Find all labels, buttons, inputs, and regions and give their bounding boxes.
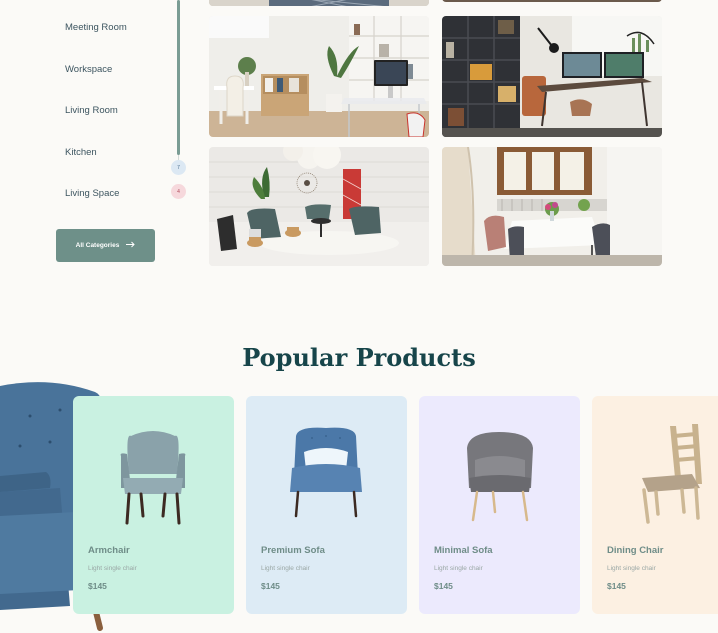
popular-products-title: Popular Products [242, 343, 476, 372]
product-description: Light single chair [434, 565, 483, 572]
all-categories-button[interactable]: All Categories [56, 229, 155, 262]
product-description: Light single chair [261, 565, 310, 572]
product-description: Light single chair [607, 565, 656, 572]
product-price: $145 [607, 581, 626, 591]
product-name: Dining Chair [607, 545, 664, 556]
category-scroll-track[interactable] [177, 0, 180, 168]
product-name: Minimal Sofa [434, 545, 493, 556]
product-price: $145 [88, 581, 107, 591]
room-photo-lounge[interactable] [209, 147, 429, 266]
category-living-space[interactable]: Living Space [65, 188, 119, 199]
room-photo-dark-office[interactable] [442, 16, 662, 137]
product-card-dining-chair[interactable]: Dining Chair Light single chair $145 [592, 396, 718, 614]
premium-sofa-image [290, 427, 362, 518]
minimal-sofa-image [467, 432, 533, 522]
room-photo-top-right[interactable] [442, 0, 662, 2]
product-description: Light single chair [88, 565, 137, 572]
product-name: Premium Sofa [261, 545, 325, 556]
product-card-armchair[interactable]: Armchair Light single chair $145 [73, 396, 234, 614]
product-card-minimal-sofa[interactable]: Minimal Sofa Light single chair $145 [419, 396, 580, 614]
product-price: $145 [434, 581, 453, 591]
room-photo-top-left[interactable] [209, 0, 429, 6]
armchair-image [120, 431, 186, 525]
dining-chair-image [642, 424, 702, 524]
all-categories-label: All Categories [75, 242, 120, 249]
room-photo-dining[interactable] [442, 147, 662, 266]
room-photo-white-office[interactable] [209, 16, 429, 137]
arrow-right-icon [126, 241, 136, 251]
product-name: Armchair [88, 545, 130, 556]
product-price: $145 [261, 581, 280, 591]
product-card-premium-sofa[interactable]: Premium Sofa Light single chair $145 [246, 396, 407, 614]
kitchen-count-badge: 7 [171, 160, 186, 175]
category-kitchen[interactable]: Kitchen [65, 147, 97, 158]
category-scroll-indicator[interactable] [177, 0, 180, 155]
category-living-room[interactable]: Living Room [65, 105, 118, 116]
category-workspace[interactable]: Workspace [65, 64, 112, 75]
category-meeting-room[interactable]: Meeting Room [65, 22, 127, 33]
living-space-count-badge: 4 [171, 184, 186, 199]
